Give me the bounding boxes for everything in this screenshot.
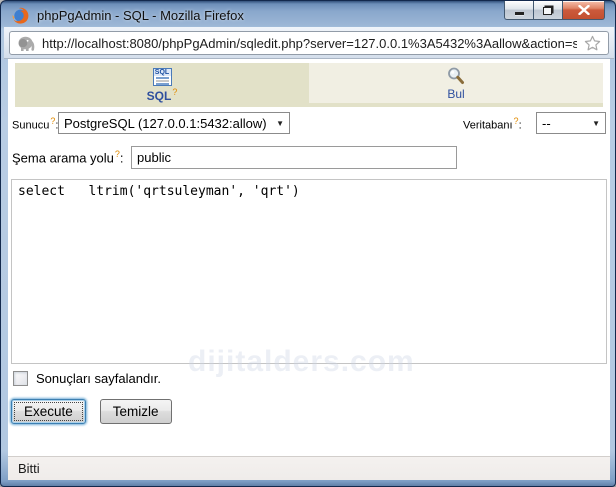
tab-bul-label: Bul	[447, 87, 464, 101]
tab-bar: SQL SQL? Bul	[15, 63, 603, 107]
sql-editor-textarea[interactable]: select ltrim('qrtsuleyman', 'qrt')	[11, 179, 607, 364]
titlebar[interactable]: phpPgAdmin - SQL - Mozilla Firefox	[1, 1, 616, 27]
paginate-row: Sonuçları sayfalandır.	[13, 371, 161, 386]
status-bar: Bitti	[8, 456, 610, 480]
tab-sql-label: SQL?	[147, 87, 178, 103]
clear-button[interactable]: Temizle	[100, 399, 172, 424]
paginate-label: Sonuçları sayfalandır.	[36, 371, 161, 386]
execute-button[interactable]: Execute	[11, 399, 86, 424]
navigation-toolbar: http://localhost:8080/phpPgAdmin/sqledit…	[4, 27, 614, 59]
url-text: http://localhost:8080/phpPgAdmin/sqledit…	[42, 36, 577, 51]
action-buttons: Execute Temizle	[11, 399, 172, 424]
close-button[interactable]	[563, 1, 605, 20]
restore-button[interactable]	[533, 1, 563, 20]
help-question-icon[interactable]: ?	[172, 87, 177, 97]
phppgadmin-page: SQL SQL? Bul	[8, 59, 610, 456]
schema-path-label: Şema arama yolu?:	[12, 149, 124, 165]
sql-document-icon: SQL	[153, 68, 172, 86]
restore-icon	[543, 7, 552, 15]
database-label: Veritabanı?:	[463, 116, 522, 132]
window-title: phpPgAdmin - SQL - Mozilla Firefox	[37, 8, 244, 23]
chevron-down-icon: ▼	[276, 120, 284, 128]
browser-window: phpPgAdmin - SQL - Mozilla Firefox	[0, 0, 616, 487]
bookmark-star-icon[interactable]	[584, 35, 601, 52]
status-text: Bitti	[18, 461, 40, 476]
schema-path-input[interactable]	[131, 146, 457, 169]
server-label: Sunucu?:	[12, 116, 58, 132]
server-select[interactable]: PostgreSQL (127.0.0.1:5432:allow) ▼	[58, 112, 290, 134]
paginate-checkbox[interactable]	[13, 371, 28, 386]
phppgadmin-elephant-favicon-icon	[17, 35, 35, 52]
window-controls	[504, 1, 605, 20]
chevron-down-icon: ▼	[592, 120, 600, 128]
server-select-value: PostgreSQL (127.0.0.1:5432:allow)	[64, 116, 267, 131]
minimize-icon	[515, 12, 524, 15]
search-magnifier-icon	[446, 66, 466, 86]
firefox-icon	[12, 7, 29, 24]
url-bar[interactable]: http://localhost:8080/phpPgAdmin/sqledit…	[9, 31, 609, 55]
minimize-button[interactable]	[504, 1, 533, 20]
tab-bul[interactable]: Bul	[309, 63, 603, 103]
tab-sql[interactable]: SQL SQL?	[15, 63, 309, 107]
database-select-value: --	[542, 116, 551, 131]
close-icon	[578, 5, 590, 15]
database-select[interactable]: -- ▼	[536, 112, 606, 134]
